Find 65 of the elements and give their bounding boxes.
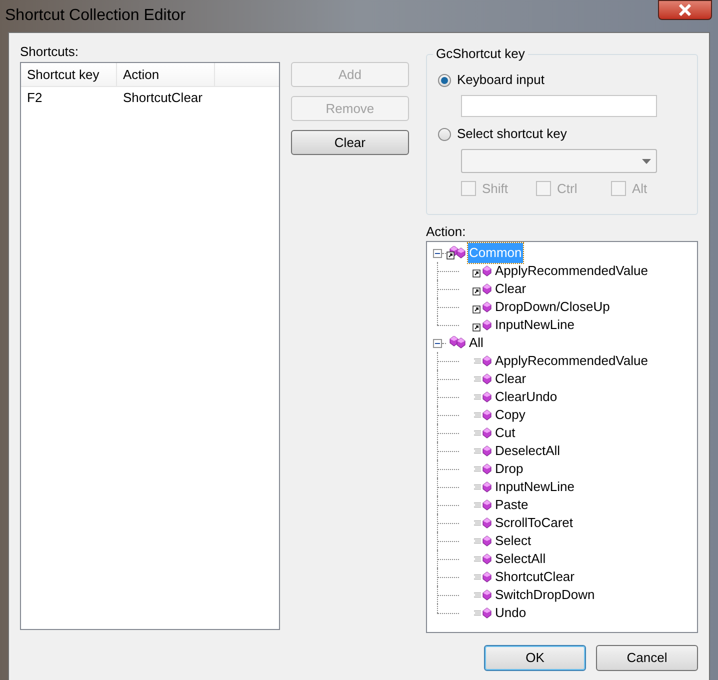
radio-label: Keyboard input xyxy=(457,71,544,90)
checkbox-label: Shift xyxy=(482,180,508,198)
tree-item[interactable]: SelectAll xyxy=(494,549,547,569)
list-gem-icon xyxy=(472,480,492,494)
list-gem-icon xyxy=(472,462,492,476)
list-cell-text: F2 xyxy=(26,89,44,108)
close-button[interactable] xyxy=(658,0,712,20)
column-header[interactable]: Action xyxy=(117,63,215,86)
dialog-button[interactable]: OK xyxy=(484,645,586,671)
dialog-button[interactable]: Cancel xyxy=(596,645,698,671)
radio-button[interactable] xyxy=(438,128,451,140)
tree-item[interactable]: DropDown/CloseUp xyxy=(494,297,611,317)
radio-label: Select shortcut key xyxy=(457,125,567,144)
tree-item[interactable]: All xyxy=(468,333,484,353)
expander-icon[interactable] xyxy=(433,248,442,258)
list-gem-icon xyxy=(472,354,492,368)
action-button[interactable]: Clear xyxy=(290,130,409,155)
column-header[interactable]: Shortcut key xyxy=(21,63,117,86)
list-gem-icon xyxy=(472,390,492,404)
shortcut-gem-icon xyxy=(472,300,492,314)
tree-item[interactable]: Cut xyxy=(494,423,516,443)
tree-item[interactable]: InputNewLine xyxy=(494,315,576,335)
list-cell-text: ShortcutClear xyxy=(122,89,204,108)
action-label: Action: xyxy=(426,223,467,241)
list-gem-icon xyxy=(472,426,492,440)
list-gem-icon xyxy=(472,534,492,548)
list-gem-icon xyxy=(472,552,492,566)
tree-item[interactable]: Undo xyxy=(494,603,528,623)
tree-item[interactable]: Copy xyxy=(494,405,526,425)
checkbox-label: Alt xyxy=(632,180,648,198)
radio-button[interactable] xyxy=(438,74,451,86)
tree-item[interactable]: ScrollToCaret xyxy=(494,513,574,533)
list-gem-icon xyxy=(472,498,492,512)
tree-item[interactable]: SwitchDropDown xyxy=(494,585,596,605)
shortcut-gem-icon xyxy=(472,318,492,332)
window-title: Shortcut Collection Editor xyxy=(5,6,186,26)
shortcut-gems-icon xyxy=(446,246,466,260)
tree-item[interactable]: Select xyxy=(494,531,532,551)
tree-item[interactable]: InputNewLine xyxy=(494,477,576,497)
list-gem-icon xyxy=(472,372,492,386)
checkbox-label: Ctrl xyxy=(557,180,578,198)
tree-item[interactable]: ApplyRecommendedValue xyxy=(494,351,649,371)
list-gem-icon xyxy=(472,516,492,530)
tree-item[interactable]: Drop xyxy=(494,459,524,479)
tree-item[interactable]: ShortcutClear xyxy=(494,567,576,587)
keyboard-input-field[interactable] xyxy=(461,95,657,117)
list-gem-icon xyxy=(472,570,492,584)
dropdown-arrow-icon xyxy=(642,158,651,164)
list-gem-icon xyxy=(472,606,492,620)
shortcut-gem-icon xyxy=(472,282,492,296)
tree-item[interactable]: Clear xyxy=(494,279,528,299)
tree-item[interactable]: Clear xyxy=(494,369,528,389)
shortcut-key-dropdown[interactable] xyxy=(461,149,657,173)
tree-item[interactable]: DeselectAll xyxy=(494,441,562,461)
group-title: GcShortcut key xyxy=(433,46,528,62)
tree-item[interactable]: ApplyRecommendedValue xyxy=(494,261,649,281)
shortcuts-label: Shortcuts: xyxy=(20,43,80,61)
list-gem-icon xyxy=(472,444,492,458)
shortcut-gem-icon xyxy=(472,264,492,278)
list-gem-icon xyxy=(472,588,492,602)
list-gem-icon xyxy=(472,408,492,422)
expander-icon[interactable] xyxy=(433,338,442,348)
close-icon xyxy=(678,4,692,16)
tree-item[interactable]: ClearUndo xyxy=(494,387,558,407)
tree-item[interactable]: Paste xyxy=(494,495,530,515)
